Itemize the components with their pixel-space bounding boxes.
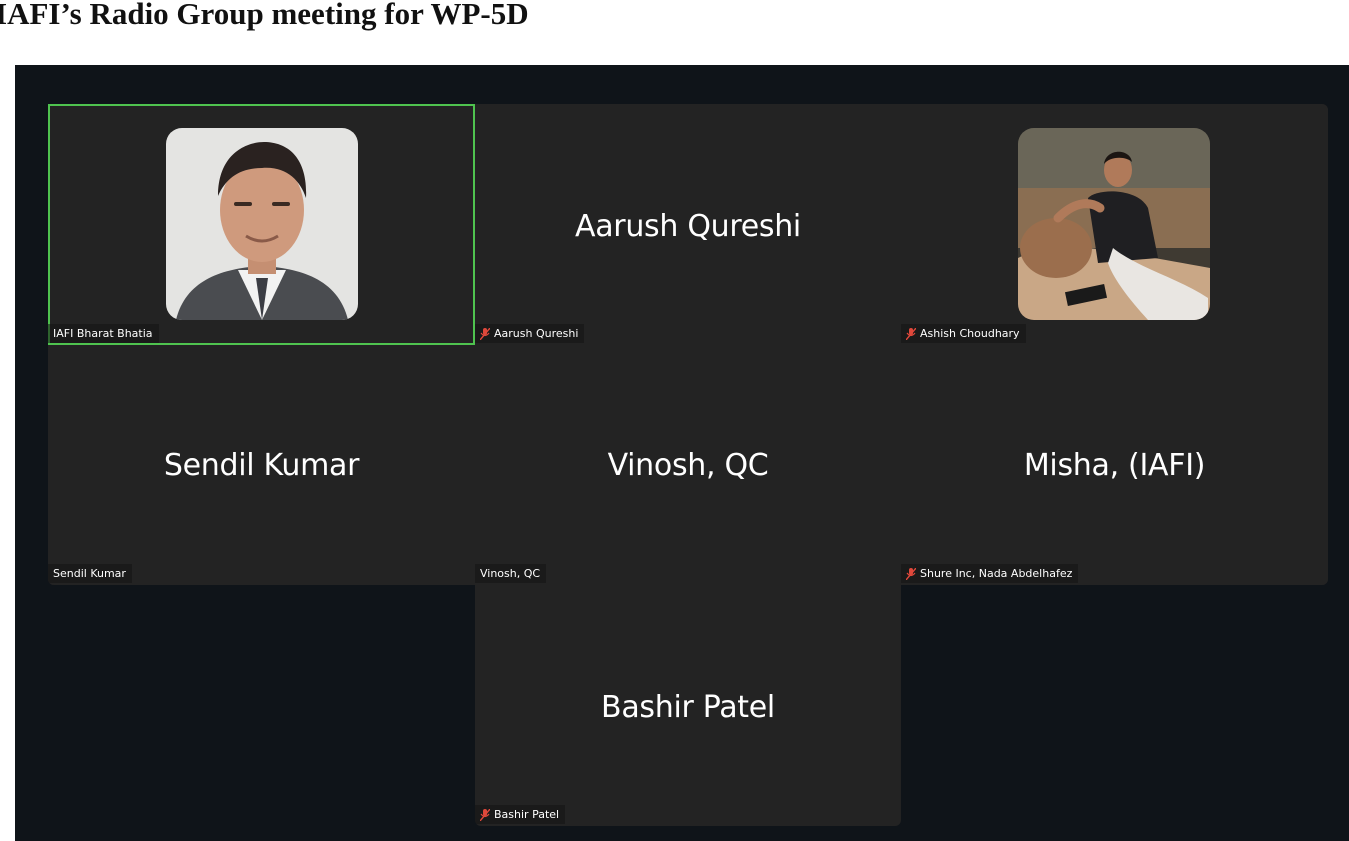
participant-name-tag: Sendil Kumar	[48, 564, 132, 583]
participant-name-label: Sendil Kumar	[53, 567, 126, 580]
participant-name-label: Aarush Qureshi	[494, 327, 579, 340]
participant-tile-ashish-choudhary[interactable]: Ashish Choudhary	[901, 104, 1328, 345]
mic-muted-icon	[905, 327, 917, 340]
page-title: IAFI’s Radio Group meeting for WP-5D	[0, 0, 529, 31]
participant-tile-bashir-patel[interactable]: Bashir Patel Bashir Patel	[475, 585, 901, 826]
mic-muted-icon	[479, 808, 491, 821]
mic-muted-icon	[479, 327, 491, 340]
participant-display-name: Bashir Patel	[601, 690, 775, 725]
participant-display-name: Aarush Qureshi	[575, 209, 801, 244]
participant-name-label: IAFI Bharat Bhatia	[53, 327, 153, 340]
participant-tile-aarush-qureshi[interactable]: Aarush Qureshi Aarush Qureshi	[475, 104, 901, 345]
participant-name-tag: Aarush Qureshi	[475, 324, 585, 343]
participant-name-label: Ashish Choudhary	[920, 327, 1020, 340]
participant-name-label: Bashir Patel	[494, 808, 560, 821]
participant-display-name: Sendil Kumar	[163, 448, 360, 483]
participant-name-label: Shure Inc, Nada Abdelhafez	[920, 567, 1073, 580]
participant-name-tag: Ashish Choudhary	[901, 324, 1026, 343]
participant-name-tag: Vinosh, QC	[475, 564, 547, 583]
participant-tile-sendil-kumar[interactable]: Sendil Kumar Sendil Kumar	[48, 345, 475, 585]
participant-name-tag: IAFI Bharat Bhatia	[48, 324, 159, 343]
participant-photo	[1018, 128, 1210, 320]
participant-display-name: Misha, (IAFI)	[1023, 448, 1206, 483]
participant-name-tag: Bashir Patel	[475, 805, 566, 824]
participant-tile-bharat-bhatia[interactable]: IAFI Bharat Bhatia	[48, 104, 475, 345]
mic-muted-icon	[905, 567, 917, 580]
participant-name-label: Vinosh, QC	[480, 567, 541, 580]
participant-tile-vinosh-qc[interactable]: Vinosh, QC Vinosh, QC	[475, 345, 901, 585]
participant-name-tag: Shure Inc, Nada Abdelhafez	[901, 564, 1079, 583]
participant-photo	[166, 128, 358, 320]
meeting-window: IAFI Bharat Bhatia Aarush Qureshi Aarush…	[15, 65, 1349, 841]
participant-tile-misha-iafi[interactable]: Misha, (IAFI) Shure Inc, Nada Abdelhafez	[901, 345, 1328, 585]
participant-display-name: Vinosh, QC	[607, 448, 769, 483]
